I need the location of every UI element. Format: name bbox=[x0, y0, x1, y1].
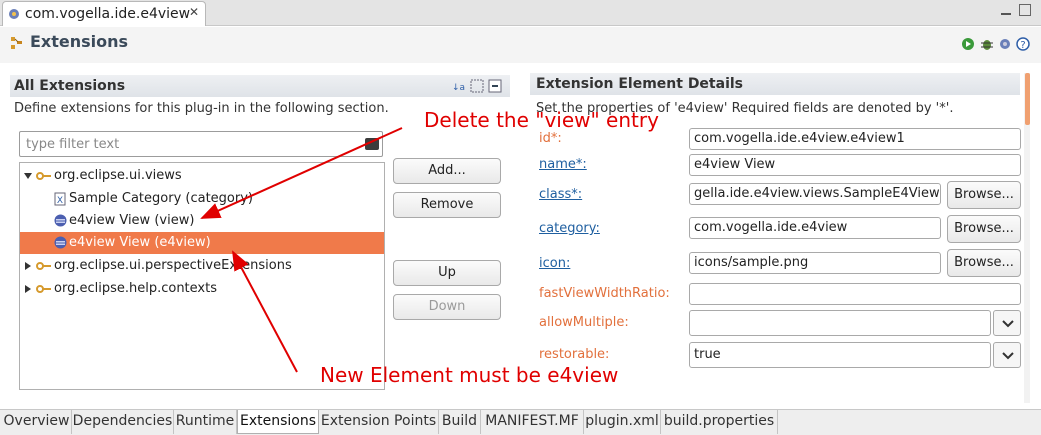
tab-dependencies[interactable]: Dependencies bbox=[72, 410, 174, 434]
category-label[interactable]: category: bbox=[539, 221, 600, 236]
editor-tab-label: com.vogella.ide.e4view bbox=[25, 6, 191, 22]
filter-box[interactable] bbox=[19, 131, 383, 157]
tab-build-properties[interactable]: build.properties bbox=[661, 410, 778, 434]
svg-text:X: X bbox=[57, 196, 63, 206]
restorable-dropdown[interactable] bbox=[993, 342, 1021, 368]
all-extensions-title: All Extensions bbox=[14, 78, 126, 94]
help-icon[interactable]: ? bbox=[1016, 37, 1030, 51]
tree-item-e4view-e4view[interactable]: e4view View (e4view) bbox=[20, 232, 384, 254]
annotation-new-element: New Element must be e4view bbox=[320, 363, 619, 387]
maximize-icon[interactable] bbox=[1019, 4, 1031, 16]
svg-text:↓a: ↓a bbox=[452, 83, 465, 93]
tree-item-label: org.eclipse.ui.views bbox=[54, 168, 182, 183]
tree-item-label: e4view View (e4view) bbox=[69, 235, 211, 250]
sort-icon[interactable]: ↓a bbox=[452, 79, 466, 93]
extension-icon bbox=[36, 285, 51, 293]
clear-filter-icon[interactable] bbox=[365, 138, 379, 150]
tree-item-label: e4view View (view) bbox=[69, 213, 195, 228]
icon-browse-button[interactable]: Browse... bbox=[947, 249, 1021, 277]
scrollbar-thumb[interactable] bbox=[1025, 73, 1030, 125]
expand-all-icon[interactable] bbox=[470, 79, 484, 93]
editor-tab[interactable]: com.vogella.ide.e4view ✕ bbox=[2, 1, 206, 26]
tab-extension-points[interactable]: Extension Points bbox=[319, 410, 439, 434]
details-title: Extension Element Details bbox=[536, 76, 743, 92]
name-label[interactable]: name*: bbox=[539, 157, 587, 172]
tab-extensions[interactable]: Extensions bbox=[237, 410, 319, 434]
close-icon[interactable]: ✕ bbox=[189, 5, 199, 19]
element-icon bbox=[54, 214, 67, 227]
debug-icon[interactable] bbox=[980, 37, 994, 51]
category-field[interactable]: com.vogella.ide.e4view bbox=[689, 217, 941, 239]
tree-item-perspective-extensions[interactable]: org.eclipse.ui.perspectiveExtensions bbox=[20, 255, 384, 277]
category-browse-button[interactable]: Browse... bbox=[947, 215, 1021, 243]
form-header bbox=[0, 27, 1041, 63]
down-button[interactable]: Down bbox=[393, 294, 501, 320]
up-button[interactable]: Up bbox=[393, 260, 501, 286]
restorable-select[interactable]: true bbox=[689, 342, 991, 368]
export-icon[interactable] bbox=[998, 37, 1012, 51]
tree-item-org-eclipse-ui-views[interactable]: org.eclipse.ui.views bbox=[20, 165, 384, 187]
extensions-tree[interactable]: org.eclipse.ui.views X Sample Category (… bbox=[19, 162, 385, 390]
extension-icon bbox=[36, 172, 51, 180]
plugin-icon bbox=[9, 9, 19, 19]
chevron-down-icon bbox=[1002, 320, 1014, 328]
expand-arrow-icon[interactable] bbox=[25, 285, 31, 293]
tree-item-label: org.eclipse.help.contexts bbox=[54, 281, 217, 296]
tree-item-sample-category[interactable]: X Sample Category (category) bbox=[20, 188, 384, 210]
icon-field[interactable]: icons/sample.png bbox=[689, 252, 941, 274]
name-field[interactable]: e4view View bbox=[689, 154, 1021, 176]
expand-arrow-icon[interactable] bbox=[25, 262, 31, 270]
tab-build[interactable]: Build bbox=[439, 410, 481, 434]
filter-input[interactable] bbox=[26, 135, 356, 153]
id-field[interactable]: com.vogella.ide.e4view.e4view1 bbox=[689, 128, 1021, 150]
tree-item-label: Sample Category (category) bbox=[69, 191, 253, 206]
fastviewwidthratio-field[interactable] bbox=[689, 283, 1021, 305]
fastviewwidthratio-label: fastViewWidthRatio: bbox=[539, 286, 670, 301]
run-icon[interactable] bbox=[961, 37, 975, 51]
extension-icon bbox=[36, 262, 51, 270]
tab-runtime[interactable]: Runtime bbox=[174, 410, 237, 434]
class-browse-button[interactable]: Browse... bbox=[947, 181, 1021, 209]
tab-overview[interactable]: Overview bbox=[2, 410, 72, 434]
svg-text:?: ? bbox=[1020, 40, 1025, 51]
element-icon bbox=[54, 236, 67, 249]
expand-arrow-icon[interactable] bbox=[24, 173, 32, 179]
icon-label[interactable]: icon: bbox=[539, 256, 570, 271]
tree-item-help-contexts[interactable]: org.eclipse.help.contexts bbox=[20, 278, 384, 300]
editor-page-tabs: Overview Dependencies Runtime Extensions… bbox=[0, 409, 1041, 435]
collapse-all-icon[interactable] bbox=[488, 79, 502, 93]
all-extensions-description: Define extensions for this plug-in in th… bbox=[14, 101, 389, 116]
annotation-delete-view: Delete the "view" entry bbox=[424, 108, 659, 132]
extensions-icon bbox=[11, 37, 22, 49]
tree-item-label: org.eclipse.ui.perspectiveExtensions bbox=[54, 258, 292, 273]
category-icon: X bbox=[54, 192, 66, 206]
restorable-label: restorable: bbox=[539, 347, 610, 362]
remove-button[interactable]: Remove bbox=[393, 192, 501, 218]
tab-manifest-mf[interactable]: MANIFEST.MF bbox=[481, 410, 584, 434]
minimize-icon[interactable] bbox=[1000, 5, 1012, 17]
class-label[interactable]: class*: bbox=[539, 187, 582, 202]
id-label: id*: bbox=[539, 131, 562, 146]
class-field[interactable]: gella.ide.e4view.views.SampleE4View bbox=[689, 183, 941, 205]
allowmultiple-dropdown[interactable] bbox=[993, 310, 1021, 336]
chevron-down-icon bbox=[1002, 352, 1014, 360]
tab-plugin-xml[interactable]: plugin.xml bbox=[584, 410, 661, 434]
allowmultiple-select[interactable] bbox=[689, 310, 991, 336]
page-title: Extensions bbox=[30, 32, 129, 51]
add-button[interactable]: Add... bbox=[393, 158, 501, 184]
allowmultiple-label: allowMultiple: bbox=[539, 315, 629, 330]
tree-item-e4view-view[interactable]: e4view View (view) bbox=[20, 210, 384, 232]
